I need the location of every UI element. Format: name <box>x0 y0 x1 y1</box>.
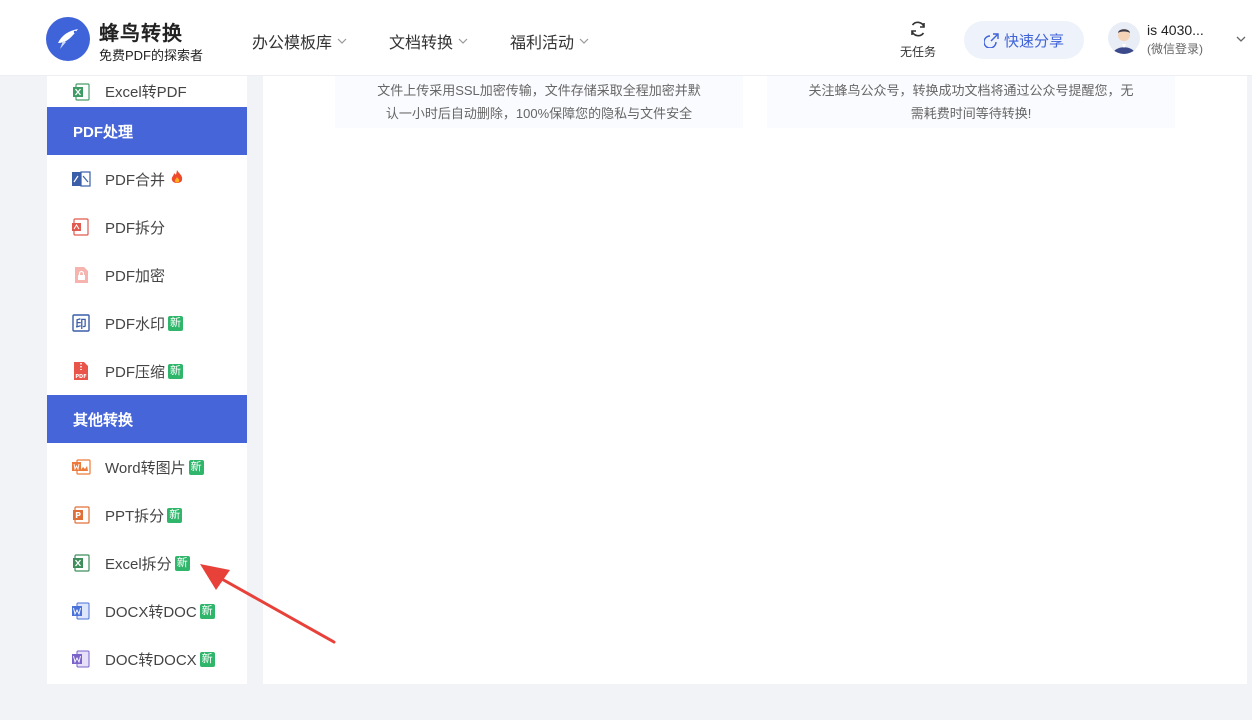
quick-share-button[interactable]: 快速分享 <box>964 21 1084 59</box>
sidebar-item-label: PDF压缩 <box>105 363 166 381</box>
sidebar-item-word-to-image[interactable]: Word转图片 新 <box>47 443 247 491</box>
main-content: 文件上传采用SSL加密传输，文件存储采取全程加密并默 认一小时后自动删除，100… <box>263 76 1247 684</box>
security-text-line: 认一小时后自动删除，100%保障您的隐私与文件安全 <box>385 106 693 121</box>
new-badge: 新 <box>174 555 190 571</box>
new-badge: 新 <box>168 315 184 331</box>
sidebar-item-label: PDF水印 <box>105 315 166 333</box>
sidebar-item-label: PDF加密 <box>105 267 166 285</box>
pdf-lock-icon <box>71 265 91 285</box>
notify-text-line: 关注蜂鸟公众号，转换成功文档将通过公众号提醒您，无 <box>808 83 1134 98</box>
hot-fire-icon <box>169 169 185 189</box>
chevron-down-icon <box>579 38 589 44</box>
svg-text:PDF: PDF <box>75 374 86 380</box>
ppt-split-icon: P <box>71 505 91 525</box>
sidebar-item-pdf-watermark[interactable]: 印 PDF水印 新 <box>47 299 247 347</box>
pdf-merge-icon <box>71 169 91 189</box>
user-name: is 4030... <box>1147 22 1204 38</box>
brand-name: 蜂鸟转换 <box>99 23 183 45</box>
new-badge: 新 <box>188 459 204 475</box>
nav-welfare-activity[interactable]: 福利活动 <box>510 29 590 53</box>
svg-text:印: 印 <box>76 318 87 331</box>
refresh-icon <box>911 21 925 37</box>
sidebar-item-label: PDF合并 <box>105 171 166 189</box>
sidebar-item-label: Excel转PDF <box>105 84 187 101</box>
notify-info-card: 关注蜂鸟公众号，转换成功文档将通过公众号提醒您，无 需耗费时间等待转换! <box>767 76 1175 128</box>
sidebar-item-pdf-encrypt[interactable]: PDF加密 <box>47 251 247 299</box>
sidebar-item-pdf-merge[interactable]: PDF合并 <box>47 155 247 203</box>
excel-icon <box>71 82 91 102</box>
excel-split-icon <box>71 553 91 573</box>
chevron-down-icon <box>337 38 347 44</box>
nav-label: 文档转换 <box>389 35 454 52</box>
brand-logo-icon[interactable] <box>46 17 90 61</box>
sidebar-item-label: DOC转DOCX <box>105 651 197 669</box>
nav-template-library[interactable]: 办公模板库 <box>252 29 348 53</box>
sidebar-item-label: Word转图片 <box>105 459 186 477</box>
task-label: 无任务 <box>899 45 936 59</box>
word-icon <box>71 601 91 621</box>
sidebar-item-pdf-compress[interactable]: PDF PDF压缩 新 <box>47 347 247 395</box>
sidebar-item-label: Excel拆分 <box>105 555 172 573</box>
chevron-down-icon <box>458 38 468 44</box>
sidebar-item-pdf-split[interactable]: PDF拆分 <box>47 203 247 251</box>
new-badge: 新 <box>168 363 184 379</box>
sidebar-section-other: 其他转换 <box>47 395 247 443</box>
nav-document-convert[interactable]: 文档转换 <box>389 29 469 53</box>
sidebar-item-label: PDF拆分 <box>105 219 166 237</box>
new-badge: 新 <box>199 651 215 667</box>
share-icon <box>983 33 999 48</box>
annotation-arrow-icon <box>200 564 336 644</box>
sidebar-section-pdf: PDF处理 <box>47 107 247 155</box>
nav-label: 福利活动 <box>510 35 575 52</box>
user-login-type: (微信登录) <box>1147 42 1203 56</box>
sidebar-item-label: PPT拆分 <box>105 507 165 525</box>
brand-tagline: 免费PDF的探索者 <box>99 48 204 63</box>
sidebar-item-excel-to-pdf[interactable]: Excel转PDF <box>47 76 247 107</box>
svg-text:P: P <box>75 511 81 520</box>
pdf-compress-icon: PDF <box>71 361 91 381</box>
top-header: 蜂鸟转换 免费PDF的探索者 办公模板库 文档转换 福利活动 无任务 快速分享 <box>0 0 1252 76</box>
sidebar-item-ppt-split[interactable]: P PPT拆分 新 <box>47 491 247 539</box>
nav-label: 办公模板库 <box>252 35 333 52</box>
word-image-icon <box>71 457 91 477</box>
avatar[interactable] <box>1108 22 1140 54</box>
notify-text-line: 需耗费时间等待转换! <box>910 106 1032 121</box>
new-badge: 新 <box>167 507 183 523</box>
pdf-watermark-icon: 印 <box>71 313 91 333</box>
word-purple-icon <box>71 649 91 669</box>
chevron-down-icon[interactable] <box>1235 33 1247 45</box>
task-status-button[interactable]: 无任务 <box>896 19 940 60</box>
pdf-split-icon <box>71 217 91 237</box>
security-text-line: 文件上传采用SSL加密传输，文件存储采取全程加密并默 <box>377 83 701 98</box>
share-label: 快速分享 <box>1003 32 1064 50</box>
security-info-card: 文件上传采用SSL加密传输，文件存储采取全程加密并默 认一小时后自动删除，100… <box>335 76 743 128</box>
sidebar-item-label: DOCX转DOC <box>105 603 197 621</box>
